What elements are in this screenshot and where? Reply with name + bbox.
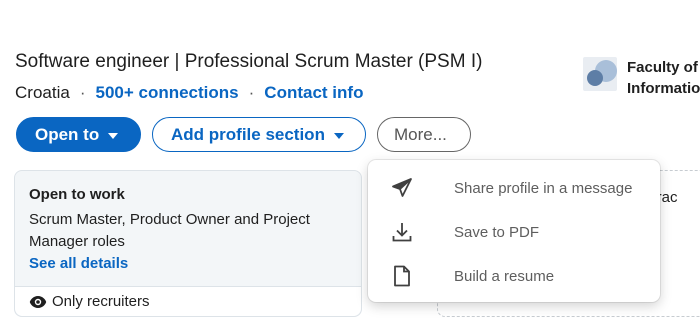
profile-meta-row: Croatia · 500+ connections · Contact inf… xyxy=(15,83,363,103)
education-summary[interactable]: Faculty of Information xyxy=(583,57,700,99)
add-profile-section-button[interactable]: Add profile section xyxy=(152,117,366,152)
caret-down-icon xyxy=(333,132,344,139)
contact-info-link[interactable]: Contact info xyxy=(264,83,363,103)
school-name-line-1: Faculty of xyxy=(627,59,698,76)
add-profile-section-label: Add profile section xyxy=(171,124,325,144)
visibility-footer: Only recruiters xyxy=(15,286,361,316)
caret-down-icon xyxy=(108,132,119,139)
see-all-details-link[interactable]: See all details xyxy=(29,253,347,275)
menu-item-label: Share profile in a message xyxy=(454,179,633,197)
visibility-label: Only recruiters xyxy=(52,293,150,310)
download-icon xyxy=(388,218,416,246)
menu-item-label: Build a resume xyxy=(454,267,555,285)
menu-item-label: Save to PDF xyxy=(454,223,540,241)
send-icon xyxy=(388,174,416,202)
connections-link[interactable]: 500+ connections xyxy=(95,83,238,103)
open-to-button[interactable]: Open to xyxy=(16,117,141,152)
school-name-line-2: Information xyxy=(627,80,700,97)
eye-icon xyxy=(29,295,47,308)
profile-location: Croatia xyxy=(15,83,70,102)
separator-dot: · xyxy=(79,83,86,102)
document-icon xyxy=(388,262,416,290)
menu-item-share-profile[interactable]: Share profile in a message xyxy=(368,166,660,210)
school-logo xyxy=(583,57,617,91)
profile-headline: Software engineer | Professional Scrum M… xyxy=(15,51,483,72)
more-dropdown-menu: Share profile in a message Save to PDF B… xyxy=(368,160,660,302)
more-button[interactable]: More... xyxy=(377,117,471,152)
open-to-work-card[interactable]: Open to work Scrum Master, Product Owner… xyxy=(14,170,362,317)
menu-item-save-to-pdf[interactable]: Save to PDF xyxy=(368,210,660,254)
separator-dot: · xyxy=(248,83,255,102)
more-label: More... xyxy=(394,124,447,144)
menu-item-build-resume[interactable]: Build a resume xyxy=(368,254,660,298)
school-name: Faculty of Information xyxy=(627,57,700,99)
open-to-label: Open to xyxy=(35,124,100,144)
open-to-work-title: Open to work xyxy=(29,186,125,203)
open-to-work-roles: Scrum Master, Product Owner and Project … xyxy=(29,211,310,250)
profile-actions: Open to Add profile section More... xyxy=(16,117,471,152)
